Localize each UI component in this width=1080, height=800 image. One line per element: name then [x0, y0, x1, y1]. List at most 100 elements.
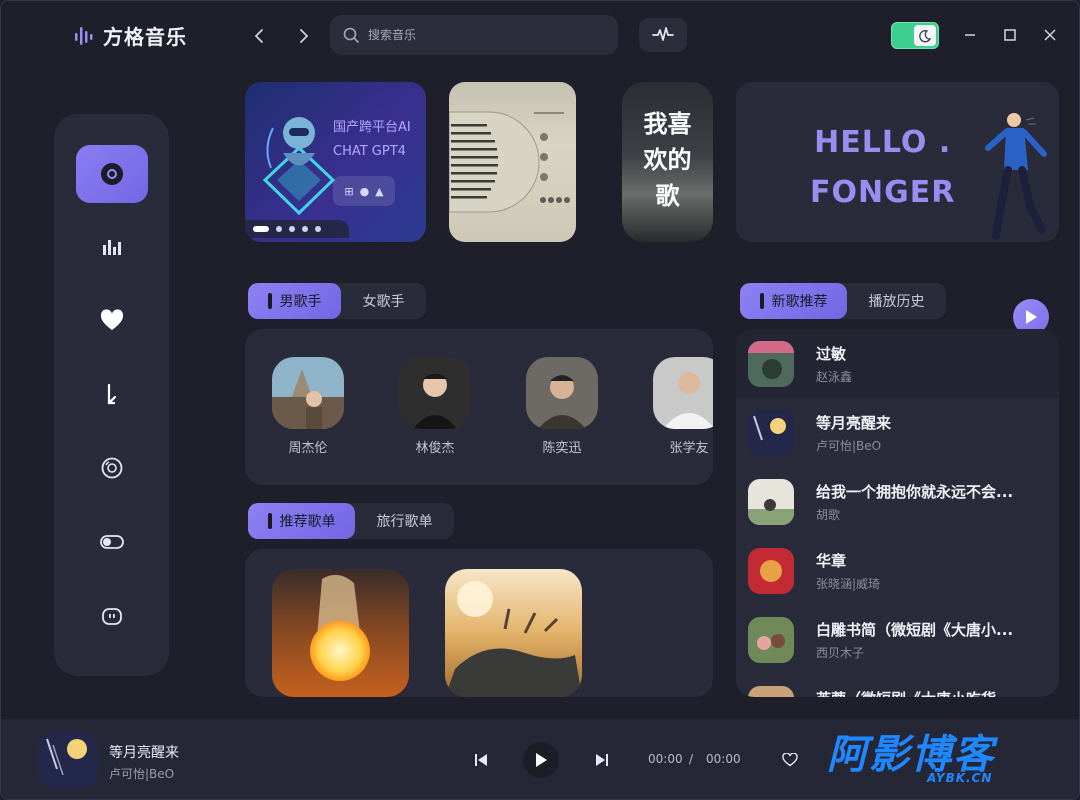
- search-input[interactable]: [368, 28, 588, 42]
- play-pause-button[interactable]: [523, 742, 559, 778]
- carousel-dot[interactable]: [276, 226, 282, 232]
- hello-line1: HELLO .: [814, 125, 952, 160]
- banner-ai-line2: CHAT GPT4: [333, 144, 406, 159]
- list-item[interactable]: 芙蓉（微短剧《大唐小吃货...: [736, 674, 1059, 697]
- heart-outline-icon: [782, 753, 798, 767]
- playlist-card[interactable]: [445, 569, 582, 697]
- song-cover: [748, 478, 794, 525]
- next-button[interactable]: [591, 749, 613, 771]
- singer-name: 张学友: [669, 441, 709, 456]
- player-bar: 等月亮醒来 卢可怡|BeO 00:00 / 00:00 阿影博客 AYBK.CN: [1, 719, 1079, 799]
- app-window: 方格音乐 搜索音乐 国产跨平台AI CHAT GPT4 ⊞ ● ▲ 我喜 欢的 …: [0, 0, 1080, 800]
- back-button[interactable]: [249, 25, 271, 47]
- cd-icon: [101, 457, 123, 479]
- sidebar-item-charts[interactable]: [76, 218, 148, 276]
- playlist-card[interactable]: [272, 569, 409, 697]
- avatar: [272, 357, 344, 429]
- list-item[interactable]: 过敏 赵泳鑫: [736, 329, 1059, 398]
- banner-favorite-songs[interactable]: 我喜 欢的 歌: [622, 82, 713, 242]
- app-logo: 方格音乐: [73, 21, 187, 50]
- singer-name: 陈奕迅: [542, 441, 582, 456]
- song-title: 给我一个拥抱你就永远不会...: [816, 483, 1014, 501]
- audio-wave-button[interactable]: [639, 18, 687, 52]
- tab-male-singers[interactable]: 男歌手: [248, 283, 341, 319]
- sidebar-item-bilibili[interactable]: [76, 587, 148, 645]
- tab-recommended-playlists[interactable]: 推荐歌单: [248, 503, 355, 539]
- tab-label: 推荐歌单: [279, 514, 336, 530]
- avatar: [399, 357, 471, 429]
- song-cover: [748, 685, 794, 697]
- list-item[interactable]: 给我一个拥抱你就永远不会... 胡歌: [736, 467, 1059, 536]
- heart-icon: [100, 309, 124, 330]
- search-icon: [343, 27, 359, 43]
- previous-button[interactable]: [470, 749, 492, 771]
- banner-radio[interactable]: [449, 82, 576, 242]
- carousel-dot[interactable]: [315, 226, 321, 232]
- song-title: 过敏: [816, 345, 847, 363]
- banner-ai[interactable]: 国产跨平台AI CHAT GPT4 ⊞ ● ▲: [245, 82, 426, 242]
- sidebar-item-discover[interactable]: [76, 145, 148, 203]
- forward-button[interactable]: [292, 25, 314, 47]
- windows-icon: ⊞: [344, 184, 354, 198]
- playlist-cover: [445, 569, 582, 697]
- skip-previous-icon: [475, 754, 487, 766]
- total-time: 00:00: [706, 752, 741, 766]
- singer-name: 林俊杰: [415, 441, 455, 456]
- sidebar-item-favorites[interactable]: [76, 292, 148, 350]
- list-item[interactable]: 华章 张晓涵|威琦: [736, 536, 1059, 605]
- minimize-button[interactable]: [958, 24, 982, 48]
- song-title: 白雕书简（微短剧《大唐小...: [816, 621, 1014, 639]
- sidebar-item-settings[interactable]: [76, 513, 148, 571]
- moon-icon: [919, 29, 932, 42]
- song-cover: [748, 340, 794, 387]
- search-box[interactable]: [330, 15, 618, 55]
- sidebar-item-music[interactable]: [76, 366, 148, 424]
- now-playing-artist: 卢可怡|BeO: [109, 767, 175, 781]
- song-artist: 西贝木子: [816, 646, 865, 660]
- singer-name: 周杰伦: [288, 441, 328, 456]
- current-time: 00:00: [648, 752, 683, 766]
- song-tabs: 新歌推荐 播放历史: [740, 283, 946, 319]
- tab-label: 播放历史: [868, 294, 925, 310]
- playlist-cover: [272, 569, 409, 697]
- avatar: [653, 357, 713, 429]
- tab-label: 新歌推荐: [771, 294, 828, 310]
- song-title: 华章: [816, 552, 847, 570]
- android-icon: ▲: [375, 184, 384, 198]
- carousel-dot[interactable]: [289, 226, 295, 232]
- song-cover: [748, 547, 794, 594]
- disc-icon: [101, 163, 123, 185]
- title-bar: 方格音乐: [1, 1, 1079, 71]
- watermark-domain: AYBK.CN: [927, 771, 993, 785]
- list-item[interactable]: 等月亮醒来 卢可怡|BeO: [736, 398, 1059, 467]
- dark-mode-toggle[interactable]: [891, 22, 939, 49]
- hello-line2: FONGER: [810, 175, 956, 210]
- singer-card[interactable]: 张学友: [653, 357, 713, 456]
- tab-travel-playlists[interactable]: 旅行歌单: [355, 503, 454, 539]
- sidebar-item-albums[interactable]: [76, 439, 148, 497]
- toggle-knob: [914, 25, 936, 46]
- chevron-right-icon: [300, 29, 309, 43]
- app-title: 方格音乐: [103, 25, 187, 49]
- tab-female-singers[interactable]: 女歌手: [341, 283, 426, 319]
- singer-card[interactable]: 周杰伦: [272, 357, 344, 456]
- sidebar: [54, 114, 169, 676]
- close-icon: [1044, 29, 1056, 41]
- singer-card[interactable]: 林俊杰: [399, 357, 471, 456]
- tab-label: 女歌手: [362, 294, 405, 310]
- close-button[interactable]: [1038, 24, 1062, 48]
- singers-panel: 周杰伦 林俊杰 陈奕迅 张学友: [245, 329, 713, 485]
- singer-card[interactable]: 陈奕迅: [526, 357, 598, 456]
- tab-new-songs[interactable]: 新歌推荐: [740, 283, 847, 319]
- list-item[interactable]: 白雕书简（微短剧《大唐小... 西贝木子: [736, 605, 1059, 674]
- carousel-dot[interactable]: [302, 226, 308, 232]
- maximize-button[interactable]: [998, 24, 1022, 48]
- carousel-dot[interactable]: [253, 226, 269, 232]
- switch-icon: [100, 535, 124, 549]
- banner-ai-line1: 国产跨平台AI: [333, 120, 411, 135]
- like-button[interactable]: [779, 749, 801, 771]
- song-artist: 赵泳鑫: [816, 370, 853, 384]
- banner-hello: HELLO . FONGER: [736, 82, 1059, 242]
- tab-play-history[interactable]: 播放历史: [847, 283, 946, 319]
- now-playing-cover[interactable]: [39, 731, 97, 789]
